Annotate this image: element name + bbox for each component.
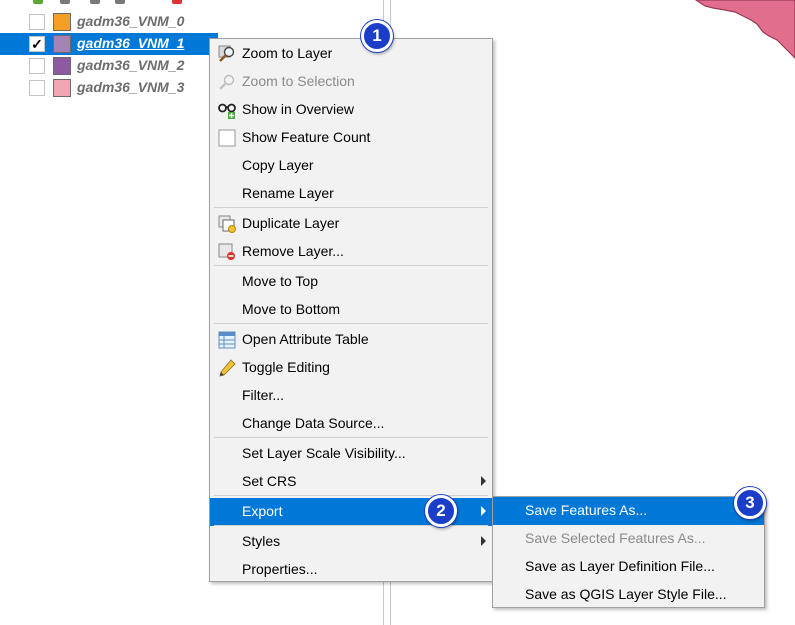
layer-symbol-swatch: [53, 79, 71, 97]
layer-name: gadm36_VNM_0: [77, 13, 185, 29]
menu-item-label: Save Selected Features As...: [525, 530, 706, 546]
menu-item-label: Toggle Editing: [242, 359, 330, 375]
menu-item-rename-layer[interactable]: Rename Layer: [210, 180, 492, 208]
menu-item-label: Save as QGIS Layer Style File...: [525, 586, 727, 602]
menu-item-label: Zoom to Layer: [242, 45, 333, 61]
step-badge-2: 2: [425, 495, 457, 527]
menu-item-label: Save Features As...: [525, 502, 648, 518]
remove-icon: [218, 243, 235, 260]
submenu-arrow-icon: [481, 476, 486, 486]
submenu-arrow-icon: [481, 506, 486, 516]
menu-item-label: Move to Top: [242, 273, 319, 289]
menu-item-save-selected-features-as: Save Selected Features As...: [493, 525, 764, 553]
layer-row-selected[interactable]: ✓ gadm36_VNM_1: [0, 33, 218, 55]
menu-item-save-as-layer-definition-file[interactable]: Save as Layer Definition File...: [493, 553, 764, 581]
menu-item-show-in-overview[interactable]: Show in Overview: [210, 96, 492, 124]
submenu-arrow-icon: [481, 536, 486, 546]
expand-icon[interactable]: [90, 0, 100, 4]
menu-item-label: Duplicate Layer: [242, 215, 340, 231]
menu-item-change-data-source[interactable]: Change Data Source...: [210, 410, 492, 438]
menu-item-label: Properties...: [242, 561, 318, 577]
add-group-icon[interactable]: [33, 0, 43, 4]
layer-symbol-swatch: [53, 57, 71, 75]
menu-separator: [214, 207, 488, 208]
menu-item-styles[interactable]: Styles: [210, 528, 492, 556]
menu-item-label: Zoom to Selection: [242, 73, 355, 89]
menu-item-label: Rename Layer: [242, 185, 334, 201]
menu-item-save-features-as[interactable]: Save Features As...: [493, 497, 764, 525]
menu-separator: [214, 265, 488, 266]
table-icon: [218, 331, 236, 349]
menu-item-remove-layer[interactable]: Remove Layer...: [210, 238, 492, 266]
layer-visibility-checkbox[interactable]: [29, 58, 45, 74]
menu-item-save-as-qgis-layer-style-file[interactable]: Save as QGIS Layer Style File...: [493, 581, 764, 609]
menu-item-zoom-to-layer[interactable]: Zoom to Layer: [210, 40, 492, 68]
menu-item-show-feature-count[interactable]: Show Feature Count: [210, 124, 492, 152]
menu-separator: [214, 323, 488, 324]
remove-layer-icon[interactable]: [172, 0, 182, 4]
menu-item-set-crs[interactable]: Set CRS: [210, 468, 492, 496]
layers-toolbar: [0, 0, 384, 8]
menu-item-zoom-to-selection: Zoom to Selection: [210, 68, 492, 96]
checkbox-icon[interactable]: [218, 129, 236, 147]
layer-name: gadm36_VNM_3: [77, 79, 185, 95]
menu-item-toggle-editing[interactable]: Toggle Editing: [210, 354, 492, 382]
menu-item-set-layer-scale-visibility[interactable]: Set Layer Scale Visibility...: [210, 440, 492, 468]
menu-item-label: Save as Layer Definition File...: [525, 558, 715, 574]
menu-item-label: Show in Overview: [242, 101, 355, 117]
pencil-icon: [219, 359, 236, 377]
menu-item-label: Show Feature Count: [242, 129, 371, 145]
layer-visibility-checkbox[interactable]: [29, 80, 45, 96]
collapse-icon[interactable]: [115, 0, 125, 4]
menu-item-move-to-bottom[interactable]: Move to Bottom: [210, 296, 492, 324]
menu-item-label: Styles: [242, 533, 281, 549]
step-badge-1: 1: [361, 20, 393, 52]
menu-item-label: Remove Layer...: [242, 243, 344, 259]
menu-item-label: Move to Bottom: [242, 301, 341, 317]
layer-visibility-checkbox[interactable]: [29, 14, 45, 30]
layer-visibility-checkbox[interactable]: ✓: [29, 36, 45, 52]
menu-separator: [214, 437, 488, 438]
layer-row[interactable]: gadm36_VNM_0: [0, 11, 384, 33]
layer-symbol-swatch: [53, 13, 71, 31]
menu-item-properties[interactable]: Properties...: [210, 556, 492, 584]
menu-item-label: Open Attribute Table: [242, 331, 369, 347]
menu-item-open-attribute-table[interactable]: Open Attribute Table: [210, 326, 492, 354]
menu-item-label: Export: [242, 503, 283, 519]
layer-symbol-swatch: [53, 35, 71, 53]
export-submenu: Save Features As... Save Selected Featur…: [492, 496, 765, 608]
duplicate-icon: [218, 215, 236, 233]
menu-item-move-to-top[interactable]: Move to Top: [210, 268, 492, 296]
overview-icon: [218, 103, 236, 119]
layer-name: gadm36_VNM_2: [77, 57, 185, 73]
menu-item-filter[interactable]: Filter...: [210, 382, 492, 410]
step-badge-3: 3: [734, 487, 766, 519]
layer-name: gadm36_VNM_1: [77, 35, 185, 51]
menu-item-copy-layer[interactable]: Copy Layer: [210, 152, 492, 180]
zoom-layer-icon: [218, 45, 235, 62]
menu-item-label: Set CRS: [242, 473, 297, 489]
menu-item-label: Copy Layer: [242, 157, 314, 173]
menu-item-label: Set Layer Scale Visibility...: [242, 445, 406, 461]
zoom-selection-icon: [219, 74, 235, 90]
menu-item-label: Filter...: [242, 387, 285, 403]
menu-item-label: Change Data Source...: [242, 415, 385, 431]
menu-item-duplicate-layer[interactable]: Duplicate Layer: [210, 210, 492, 238]
filter-icon[interactable]: [60, 0, 70, 4]
